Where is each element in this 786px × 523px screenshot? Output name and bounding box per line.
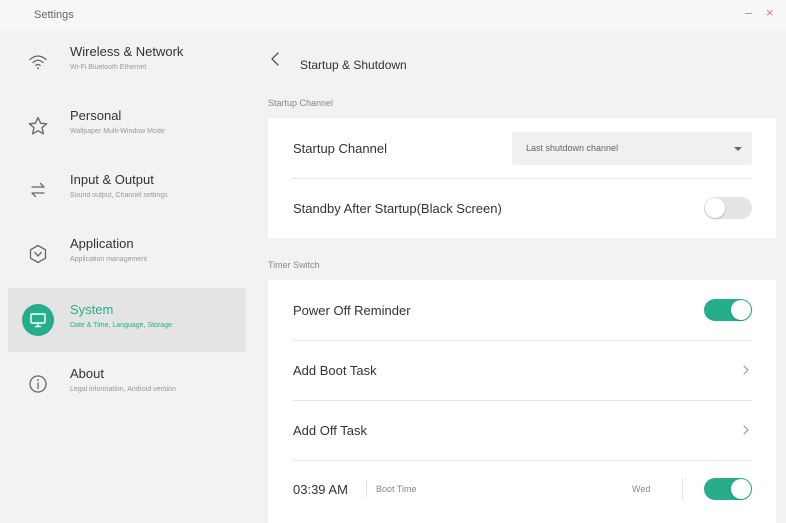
task-type: Boot Time	[376, 484, 417, 494]
minimize-button[interactable]: –	[745, 6, 752, 20]
sidebar-item-subtitle: Sound output, Channel settings	[70, 192, 168, 199]
dropdown-value: Last shutdown channel	[526, 143, 619, 153]
sidebar-item-title: System	[70, 302, 114, 317]
separator	[366, 481, 367, 497]
sidebar-item-input-output[interactable]: Input & Output Sound output, Channel set…	[8, 158, 246, 222]
startup-channel-row: Startup Channel Last shutdown channel	[268, 118, 776, 178]
add-boot-task-label: Add Boot Task	[293, 363, 377, 378]
sidebar: Wireless & Network Wi-Fi Bluetooth Ether…	[0, 30, 246, 523]
sidebar-item-title: Personal	[70, 108, 122, 123]
page-title: Startup & Shutdown	[300, 58, 407, 72]
standby-label: Standby After Startup(Black Screen)	[293, 201, 502, 216]
info-icon	[22, 368, 54, 400]
back-button[interactable]	[268, 50, 282, 68]
monitor-icon	[22, 304, 54, 336]
title-bar: Settings – ×	[0, 0, 786, 30]
main-panel: Startup & Shutdown Startup Channel Start…	[246, 30, 786, 523]
sidebar-item-wireless-network[interactable]: Wireless & Network Wi-Fi Bluetooth Ether…	[8, 30, 246, 94]
app-hexagon-icon	[22, 238, 54, 270]
sidebar-item-about[interactable]: About Legal information, Android version	[8, 352, 246, 416]
app-title: Settings	[34, 9, 74, 21]
section-label-timer: Timer Switch	[268, 260, 320, 270]
add-off-task-row[interactable]: Add Off Task	[268, 400, 776, 460]
sidebar-item-system[interactable]: System Date & Time, Language, Storage	[8, 288, 246, 352]
startup-channel-label: Startup Channel	[293, 141, 387, 156]
timer-card: Power Off Reminder Add Boot Task Add Off…	[268, 280, 776, 523]
standby-row: Standby After Startup(Black Screen)	[268, 178, 776, 238]
chevron-right-icon	[742, 423, 750, 435]
sidebar-item-subtitle: Date & Time, Language, Storage	[70, 322, 172, 329]
toggle-knob	[731, 300, 751, 320]
sidebar-item-subtitle: Legal information, Android version	[70, 386, 176, 393]
timer-task-row[interactable]: 03:39 AM Boot Time Wed	[268, 460, 776, 520]
chevron-right-icon	[742, 363, 750, 375]
sidebar-item-title: Wireless & Network	[70, 44, 184, 59]
task-time: 03:39 AM	[293, 482, 348, 497]
sidebar-item-personal[interactable]: Personal Wallpaper Multi-Window Mode	[8, 94, 246, 158]
startup-card: Startup Channel Last shutdown channel St…	[268, 118, 776, 238]
add-off-task-label: Add Off Task	[293, 423, 367, 438]
task-toggle[interactable]	[704, 478, 752, 500]
sidebar-item-application[interactable]: Application Application management	[8, 222, 246, 286]
toggle-knob	[731, 479, 751, 499]
sidebar-item-title: Input & Output	[70, 172, 154, 187]
sidebar-item-subtitle: Wi-Fi Bluetooth Ethernet	[70, 64, 147, 71]
power-off-reminder-toggle[interactable]	[704, 299, 752, 321]
power-off-reminder-row: Power Off Reminder	[268, 280, 776, 340]
sidebar-item-title: Application	[70, 236, 134, 251]
section-label-startup: Startup Channel	[268, 98, 334, 108]
chevron-down-icon	[734, 147, 742, 151]
startup-channel-dropdown[interactable]: Last shutdown channel	[512, 132, 752, 165]
swap-arrows-icon	[22, 174, 54, 206]
wifi-icon	[22, 46, 54, 78]
sidebar-item-title: About	[70, 366, 104, 381]
standby-toggle[interactable]	[704, 197, 752, 219]
add-boot-task-row[interactable]: Add Boot Task	[268, 340, 776, 400]
sidebar-item-subtitle: Application management	[70, 256, 148, 263]
close-button[interactable]: ×	[766, 6, 774, 20]
task-day: Wed	[632, 484, 651, 494]
power-off-reminder-label: Power Off Reminder	[293, 303, 411, 318]
toggle-knob	[705, 198, 725, 218]
star-icon	[22, 110, 54, 142]
separator	[682, 478, 683, 500]
sidebar-item-subtitle: Wallpaper Multi-Window Mode	[70, 128, 165, 135]
chevron-left-icon	[271, 52, 279, 66]
